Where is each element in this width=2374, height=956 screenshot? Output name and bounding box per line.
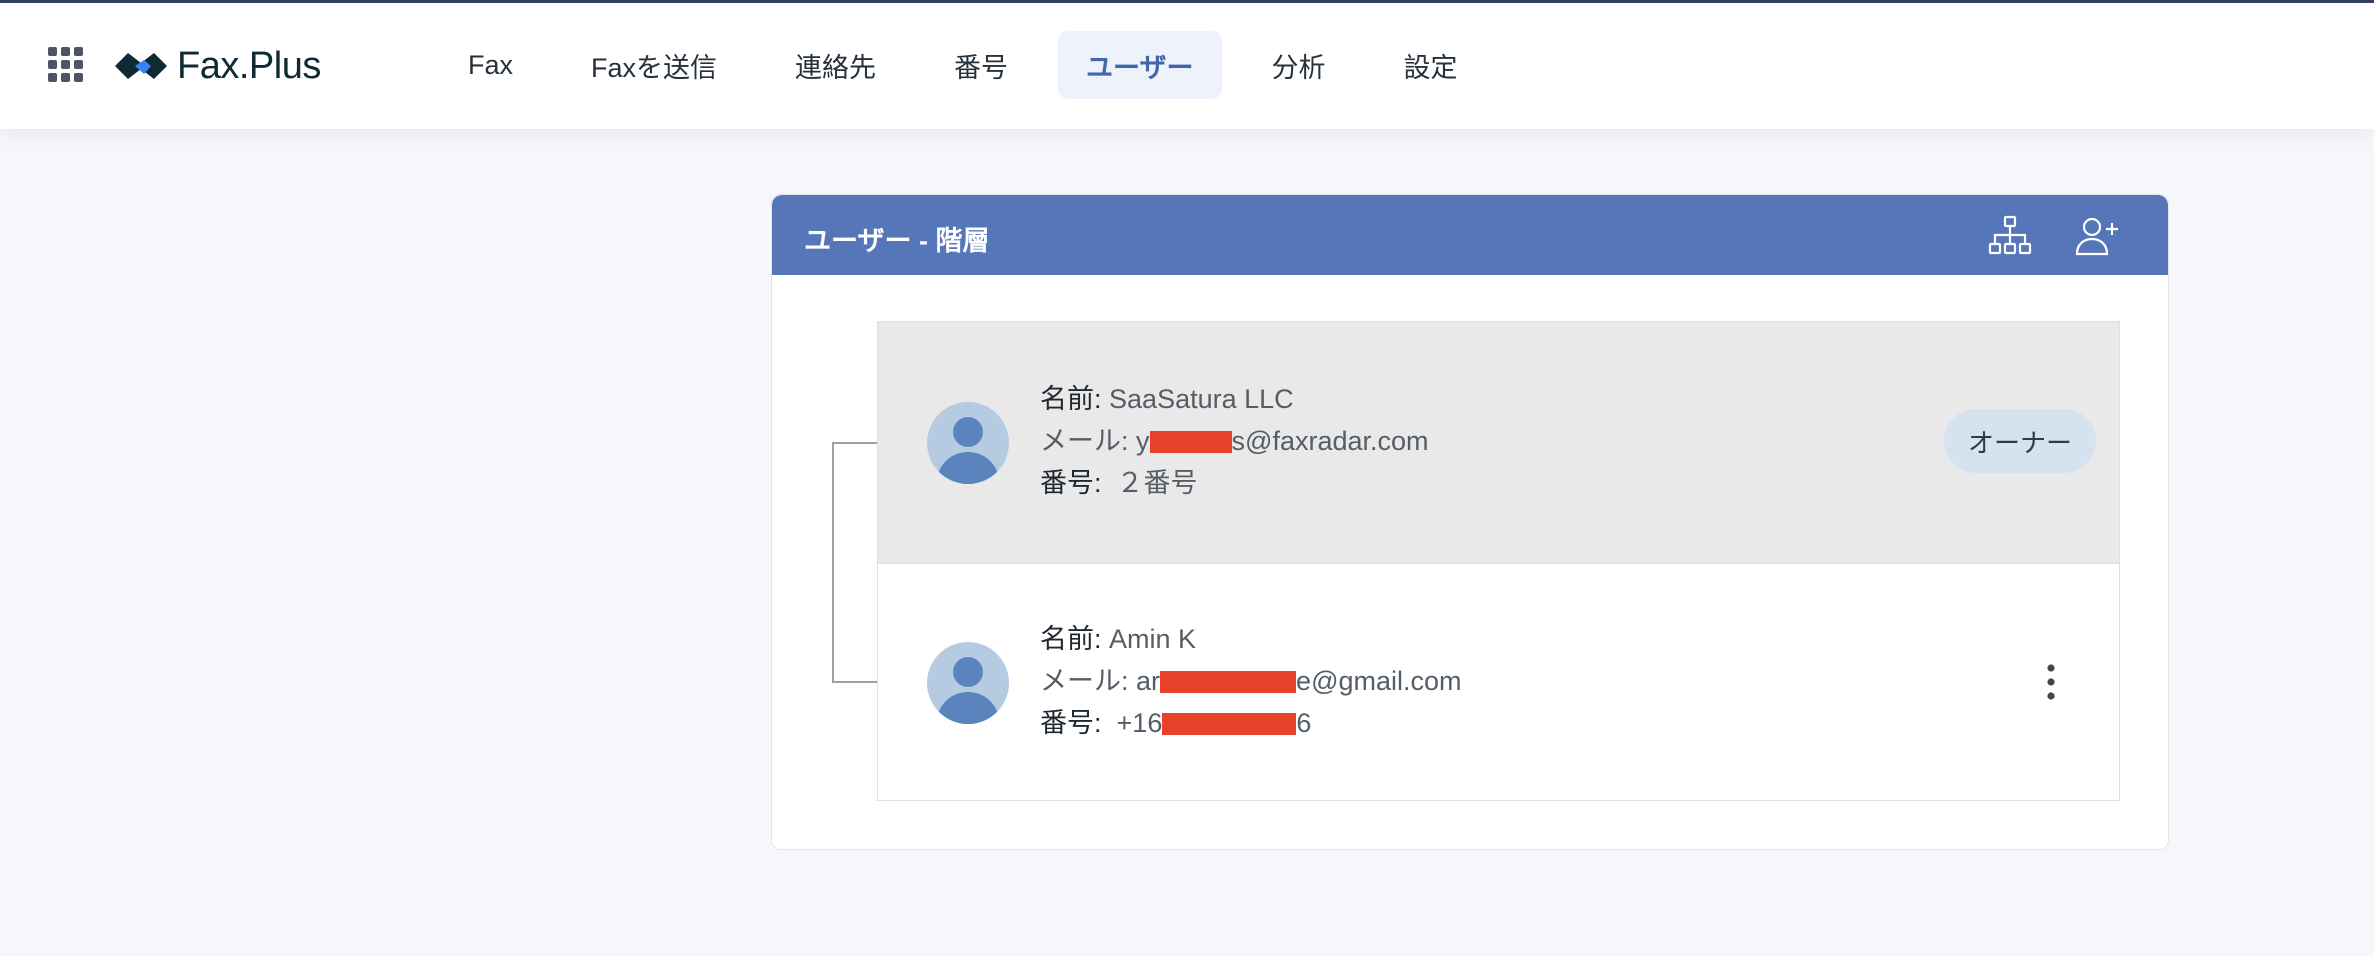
top-navbar: Fax.Plus Fax Faxを送信 連絡先 番号 ユーザー 分析 設定 — [0, 3, 2374, 129]
user-email-line: メール: ar e@gmail.com — [1040, 666, 1462, 696]
nav-contacts[interactable]: 連絡先 — [767, 31, 904, 99]
user-info: 名前: Amin K メール: ar e@gmail.com 番号: +16 6 — [1040, 618, 1462, 744]
user-row[interactable]: 名前: Amin K メール: ar e@gmail.com 番号: +16 6 — [877, 563, 2120, 801]
user-row-owner[interactable]: 名前: SaaSatura LLC メール: y s@faxradar.com 番… — [877, 321, 2120, 564]
nav-users[interactable]: ユーザー — [1058, 31, 1222, 99]
nav-send-fax[interactable]: Faxを送信 — [563, 31, 745, 99]
app-grid-icon[interactable] — [48, 47, 83, 82]
nav-numbers[interactable]: 番号 — [926, 31, 1036, 99]
user-name: SaaSatura LLC — [1109, 384, 1294, 414]
fax-plus-logo-icon — [115, 53, 167, 79]
nav-settings[interactable]: 設定 — [1376, 31, 1486, 99]
brand-logo[interactable]: Fax.Plus — [113, 43, 321, 89]
hierarchy-connector — [832, 442, 879, 683]
redaction-mark — [1160, 671, 1297, 693]
nav-analytics[interactable]: 分析 — [1244, 31, 1354, 99]
user-info: 名前: SaaSatura LLC メール: y s@faxradar.com 番… — [1040, 378, 1429, 504]
user-email-line: メール: y s@faxradar.com — [1040, 426, 1429, 456]
owner-badge: オーナー — [1944, 409, 2096, 473]
avatar-icon — [927, 402, 1009, 484]
user-number-line: 番号: ２番号 — [1040, 468, 1198, 498]
nav-fax[interactable]: Fax — [440, 31, 541, 99]
brand-name: Fax.Plus — [177, 44, 321, 87]
avatar-icon — [927, 642, 1009, 724]
redaction-mark — [1149, 431, 1232, 453]
user-name-line: 名前: Amin K — [1040, 624, 1197, 654]
user-number: ２番号 — [1116, 468, 1198, 498]
panel-title: ユーザー - 階層 — [804, 226, 990, 256]
user-number-line: 番号: +16 6 — [1040, 708, 1312, 738]
more-options-icon[interactable] — [2038, 660, 2064, 704]
redaction-mark — [1162, 713, 1297, 735]
panel-header: ユーザー - 階層 — [772, 195, 2168, 275]
add-user-icon[interactable] — [2074, 213, 2120, 259]
user-name: Amin K — [1109, 624, 1197, 654]
user-name-line: 名前: SaaSatura LLC — [1040, 384, 1294, 414]
main-nav: Fax Faxを送信 連絡先 番号 ユーザー 分析 設定 — [440, 31, 1508, 99]
hierarchy-icon[interactable] — [1987, 213, 2033, 259]
